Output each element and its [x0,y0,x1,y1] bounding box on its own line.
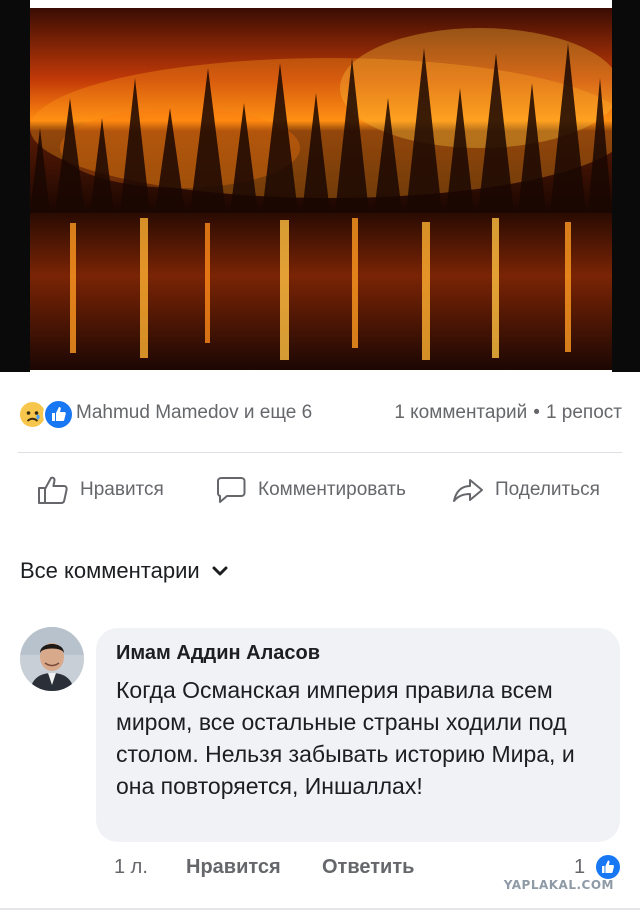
like-button[interactable]: Нравится [36,475,164,505]
post-photo-area [0,0,640,372]
comment-bubble: Имам Аддин Аласов Когда Османская импери… [96,628,620,842]
separator-dot: • [533,402,540,423]
comment-button[interactable]: Комментировать [214,475,406,505]
like-label: Нравится [80,479,164,500]
avatar-photo [20,627,84,691]
post-image[interactable] [30,8,612,370]
actions-divider [18,452,622,453]
chevron-down-icon [212,566,228,576]
comment-author[interactable]: Имам Аддин Аласов [116,642,320,665]
comment-time[interactable]: 1 л. [114,856,148,879]
share-label: Поделиться [495,479,600,500]
reactors-names[interactable]: Mahmud Mamedov и еще 6 [76,402,312,424]
bottom-divider [0,908,640,910]
comment-text: Когда Османская империя правила всем мир… [116,677,575,799]
share-icon [453,479,483,502]
comment-icon [217,477,246,503]
post-actions-bar: Нравится Комментировать Поделиться [0,468,640,512]
comments-filter-label: Все комментарии [20,558,200,583]
shares-count[interactable]: 1 репост [546,402,622,424]
like-reaction-icon [594,853,622,881]
reaction-icons [18,399,74,430]
comment-like-button[interactable]: Нравится [186,856,281,879]
photo-letterbox-left [0,0,30,372]
comment-like-count: 1 [574,856,586,878]
avatar[interactable] [20,627,84,691]
comment-label: Комментировать [258,479,406,500]
thumbs-up-icon [38,476,68,504]
watermark: YAPLAKAL.COM [503,878,614,892]
comments-count[interactable]: 1 комментарий [394,402,527,424]
photo-letterbox-right [612,0,640,372]
comment-reply-button[interactable]: Ответить [322,856,414,879]
forest-fire-image [30,8,612,370]
like-reaction-icon [43,399,74,430]
comments-filter-dropdown[interactable]: Все комментарии [20,558,228,584]
reactions-summary[interactable]: Mahmud Mamedov и еще 6 1 комментарий • 1… [18,398,622,430]
share-button[interactable]: Поделиться [451,475,600,505]
